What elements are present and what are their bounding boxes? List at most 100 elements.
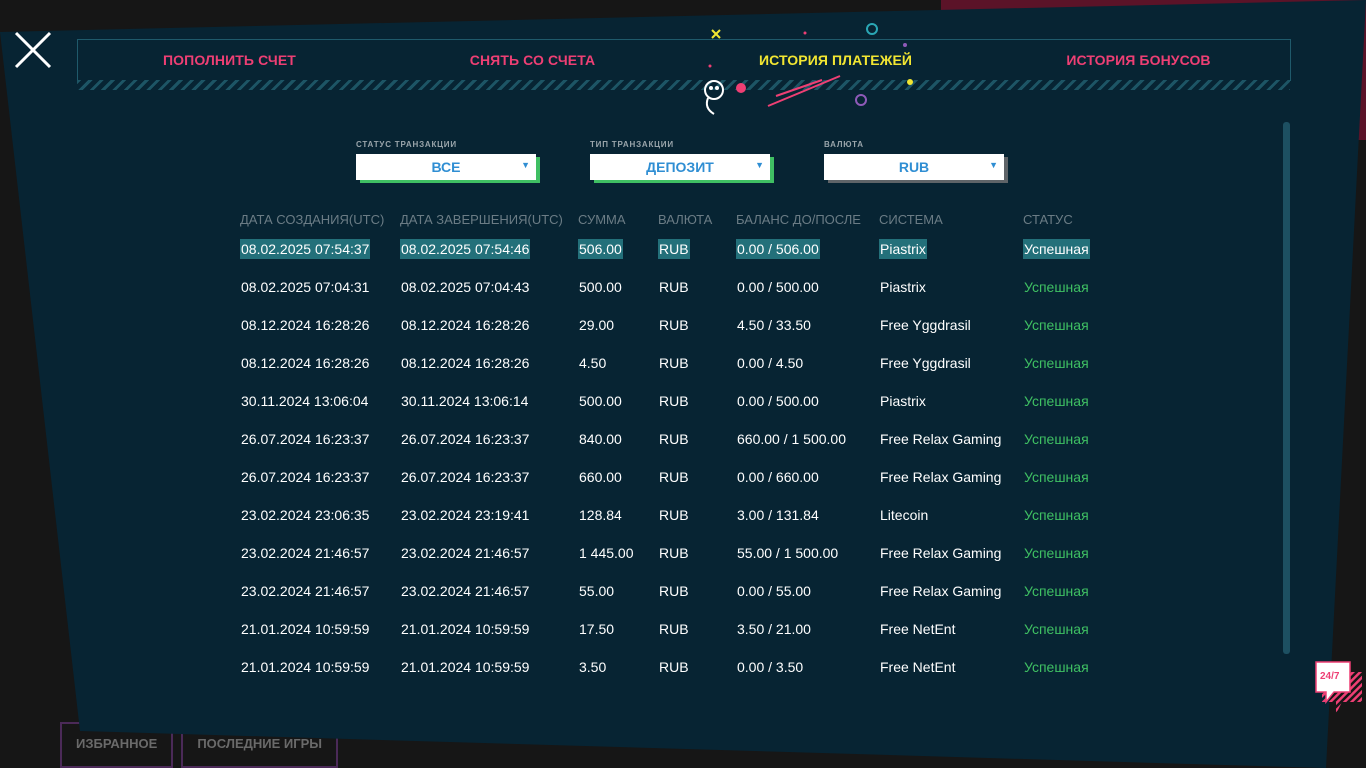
cell-text: Успешная [1024,393,1089,409]
cashier-tabs: ПОПОЛНИТЬ СЧЕТ СНЯТЬ СО СЧЕТА ИСТОРИЯ ПЛ… [77,39,1291,81]
cell-text: 08.12.2024 16:28:26 [241,317,370,333]
cell-text: Успешная [1024,621,1089,637]
type-select[interactable]: ДЕПОЗИТ ▼ [590,154,770,180]
cell-completed: 26.07.2024 16:23:37 [400,420,578,458]
cell-text: 0.00 / 55.00 [737,583,811,599]
cell-text: RUB [659,393,689,409]
transactions-table: ДАТА СОЗДАНИЯ(UTC) ДАТА ЗАВЕРШЕНИЯ(UTC) … [240,208,1123,676]
cell-text: 0.00 / 500.00 [737,279,819,295]
cell-amount: 17.50 [578,610,658,648]
cell-currency: RUB [658,306,736,344]
cell-currency: RUB [658,230,736,268]
cell-status: Успешная [1023,496,1123,534]
chevron-down-icon: ▼ [755,160,764,170]
cell-text: 840.00 [579,431,622,447]
cell-text: 0.00 / 500.00 [737,393,819,409]
cell-currency: RUB [658,344,736,382]
cell-system: Litecoin [879,496,1023,534]
cell-balance: 0.00 / 506.00 [736,230,879,268]
cell-text: 4.50 [579,355,607,371]
table-row: 23.02.2024 21:46:57 23.02.2024 21:46:57 55… [240,572,1123,610]
cell-text: 500.00 [579,393,622,409]
column-header-amount: СУММА [578,211,626,227]
cell-text: 26.07.2024 16:23:37 [401,431,530,447]
cell-text: 21.01.2024 10:59:59 [401,621,530,637]
cell-text: 3.00 / 131.84 [737,507,819,523]
cell-status: Успешная [1023,306,1123,344]
type-select-value: ДЕПОЗИТ [646,159,714,175]
cell-text: Litecoin [880,507,929,523]
cell-text: 26.07.2024 16:23:37 [401,469,530,485]
column-header-system: СИСТЕМА [879,211,943,227]
chevron-down-icon: ▼ [989,160,998,170]
close-icon[interactable] [13,30,53,70]
cell-balance: 0.00 / 4.50 [736,344,879,382]
cell-text: Piastrix [880,279,926,295]
table-row: 21.01.2024 10:59:59 21.01.2024 10:59:59 3.… [240,648,1123,676]
cell-text: 08.12.2024 16:28:26 [241,355,370,371]
cell-amount: 1 445.00 [578,534,658,572]
cell-balance: 0.00 / 55.00 [736,572,879,610]
cell-amount: 55.00 [578,572,658,610]
cell-status: Успешная [1023,382,1123,420]
cell-status: Успешная [1023,534,1123,572]
cell-balance: 660.00 / 1 500.00 [736,420,879,458]
cell-created: 30.11.2024 13:06:04 [240,382,400,420]
cell-text: 23.02.2024 21:46:57 [241,545,370,561]
cell-system: Free Relax Gaming [879,458,1023,496]
table-row: 26.07.2024 16:23:37 26.07.2024 16:23:37 84… [240,420,1123,458]
cell-system: Free NetEnt [879,648,1023,676]
cell-text: 0.00 / 506.00 [736,239,820,259]
cell-text: 55.00 [579,583,615,599]
scrollbar[interactable] [1283,122,1290,654]
cell-text: 30.11.2024 13:06:14 [401,393,529,409]
cell-text: 08.02.2025 07:04:43 [401,279,530,295]
cell-text: Free Yggdrasil [880,317,971,333]
cell-text: RUB [659,317,689,333]
tab-deposit[interactable]: ПОПОЛНИТЬ СЧЕТ [78,52,381,68]
status-select[interactable]: ВСЕ ▼ [356,154,536,180]
cell-currency: RUB [658,458,736,496]
cell-system: Free Relax Gaming [879,420,1023,458]
table-header-row: ДАТА СОЗДАНИЯ(UTC) ДАТА ЗАВЕРШЕНИЯ(UTC) … [240,208,1123,230]
cell-text: 3.50 / 21.00 [737,621,811,637]
table-row: 08.12.2024 16:28:26 08.12.2024 16:28:26 4.… [240,344,1123,382]
currency-select-value: RUB [898,159,930,175]
cell-completed: 30.11.2024 13:06:14 [400,382,578,420]
cell-text: Успешная [1024,355,1089,371]
cell-amount: 4.50 [578,344,658,382]
cell-text: Успешная [1024,279,1089,295]
cell-balance: 3.00 / 131.84 [736,496,879,534]
cell-text: Free NetEnt [880,621,956,637]
cell-text: Free Relax Gaming [880,469,1002,485]
cell-completed: 08.12.2024 16:28:26 [400,344,578,382]
chat-label: 24/7 [1320,671,1340,682]
cell-currency: RUB [658,648,736,676]
cell-balance: 0.00 / 500.00 [736,382,879,420]
tab-bonus-history[interactable]: ИСТОРИЯ БОНУСОВ [987,52,1290,68]
cell-currency: RUB [658,534,736,572]
column-header-completed: ДАТА ЗАВЕРШЕНИЯ(UTC) [400,211,563,227]
cell-completed: 26.07.2024 16:23:37 [400,458,578,496]
cell-text: Free Relax Gaming [880,431,1002,447]
cell-text: 0.00 / 4.50 [737,355,804,371]
cell-text: 23.02.2024 21:46:57 [401,545,530,561]
support-chat-button[interactable]: 24/7 [1314,660,1364,716]
cell-text: 26.07.2024 16:23:37 [241,469,370,485]
cell-text: 26.07.2024 16:23:37 [241,431,370,447]
cell-created: 23.02.2024 21:46:57 [240,534,400,572]
tab-withdraw[interactable]: СНЯТЬ СО СЧЕТА [381,52,684,68]
cell-balance: 3.50 / 21.00 [736,610,879,648]
cell-completed: 23.02.2024 21:46:57 [400,572,578,610]
cell-status: Успешная [1023,344,1123,382]
cell-text: 23.02.2024 23:06:35 [241,507,370,523]
cell-created: 26.07.2024 16:23:37 [240,458,400,496]
cell-currency: RUB [658,572,736,610]
currency-select[interactable]: RUB ▼ [824,154,1004,180]
filter-currency-label: ВАЛЮТА [824,140,864,149]
cell-amount: 500.00 [578,268,658,306]
cell-status: Успешная [1023,572,1123,610]
cell-completed: 21.01.2024 10:59:59 [400,610,578,648]
transactions-table-container: ДАТА СОЗДАНИЯ(UTC) ДАТА ЗАВЕРШЕНИЯ(UTC) … [240,208,1140,676]
cell-text: Piastrix [880,393,926,409]
